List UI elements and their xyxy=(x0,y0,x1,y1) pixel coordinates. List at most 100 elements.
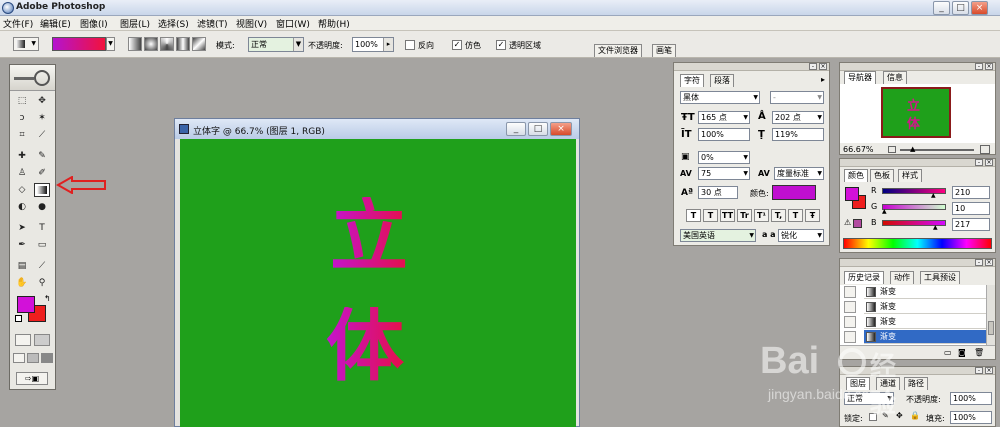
panel-close-icon[interactable]: × xyxy=(985,259,993,266)
new-document-from-state-icon[interactable]: ▭ xyxy=(944,348,952,357)
gradient-swatch[interactable] xyxy=(52,37,106,51)
tab-file-browser[interactable]: 文件浏览器 xyxy=(594,44,642,57)
type-tool-icon[interactable]: T xyxy=(34,221,50,235)
channel-slider-thumb[interactable]: ▲ xyxy=(882,208,887,215)
tab-navigator[interactable]: 导航器 xyxy=(844,71,876,84)
panel-header[interactable]: - × xyxy=(674,63,829,71)
jump-to-imageready-icon[interactable]: ⇨▣ xyxy=(16,372,48,385)
dither-checkbox[interactable]: ✓ xyxy=(452,40,462,50)
screen-mode-menu-button[interactable] xyxy=(27,353,39,363)
faux-italic-button[interactable]: T xyxy=(703,209,718,222)
document-minimize-button[interactable]: _ xyxy=(506,122,526,136)
zoom-in-icon[interactable] xyxy=(980,145,990,154)
navigator-zoom-value[interactable]: 66.67% xyxy=(843,145,874,154)
opacity-field[interactable]: 100% ▸ xyxy=(352,37,394,52)
quick-mask-button[interactable] xyxy=(34,334,50,346)
blur-tool-icon[interactable]: ◐ xyxy=(14,200,30,214)
panel-menu-icon[interactable]: ▸ xyxy=(821,75,825,84)
channel-slider-thumb[interactable]: ▲ xyxy=(933,224,938,231)
screen-mode-full-button[interactable] xyxy=(41,353,53,363)
panel-minimize-icon[interactable]: - xyxy=(809,63,817,70)
underline-button[interactable]: T xyxy=(788,209,803,222)
channel-value-g[interactable]: 10 xyxy=(952,202,990,215)
font-style-select[interactable]: - ▼ xyxy=(770,91,824,104)
text-color-swatch[interactable] xyxy=(772,185,816,200)
all-caps-button[interactable]: TT xyxy=(720,209,735,222)
swap-colors-icon[interactable]: ↰ xyxy=(44,294,51,303)
transparency-checkbox[interactable]: ✓ xyxy=(496,40,506,50)
tracking-percent-field[interactable]: 0% ▼ xyxy=(698,151,750,164)
strikethrough-button[interactable]: Ŧ xyxy=(805,209,820,222)
history-item[interactable]: 渐变 xyxy=(844,315,995,329)
zoom-tool-icon[interactable]: ⚲ xyxy=(34,276,50,290)
menu-view[interactable]: 视图(V) xyxy=(236,17,267,30)
minimize-window-button[interactable]: _ xyxy=(933,1,950,15)
history-brush-tool-icon[interactable]: ✐ xyxy=(34,166,50,180)
tab-history[interactable]: 历史记录 xyxy=(844,271,884,284)
subscript-button[interactable]: T, xyxy=(771,209,786,222)
panel-header[interactable]: - × xyxy=(840,63,995,71)
tab-actions[interactable]: 动作 xyxy=(890,271,914,284)
zoom-out-icon[interactable] xyxy=(888,146,896,153)
panel-minimize-icon[interactable]: - xyxy=(975,367,983,374)
channel-slider-r[interactable] xyxy=(882,188,946,194)
eraser-tool-icon[interactable]: ◇ xyxy=(14,183,30,197)
channel-value-r[interactable]: 210 xyxy=(952,186,990,199)
channel-slider-g[interactable] xyxy=(882,204,946,210)
history-brush-source-checkbox[interactable] xyxy=(844,316,856,328)
pen-tool-icon[interactable]: ✒ xyxy=(14,238,30,252)
document-maximize-button[interactable]: □ xyxy=(528,122,548,136)
close-window-button[interactable]: × xyxy=(971,1,988,15)
menu-select[interactable]: 选择(S) xyxy=(158,17,189,30)
menu-file[interactable]: 文件(F) xyxy=(3,17,33,30)
move-tool-icon[interactable]: ✥ xyxy=(34,94,50,108)
angle-gradient-button[interactable] xyxy=(160,37,174,51)
vertical-scale-field[interactable]: 100% xyxy=(698,128,750,141)
diamond-gradient-button[interactable] xyxy=(192,37,206,51)
canvas[interactable]: 立 体 xyxy=(180,139,576,427)
menu-filter[interactable]: 滤镜(T) xyxy=(197,17,228,30)
dodge-tool-icon[interactable]: ● xyxy=(34,200,50,214)
magic-wand-tool-icon[interactable]: ✶ xyxy=(34,111,50,125)
gradient-dropdown-arrow[interactable]: ▼ xyxy=(106,37,115,51)
language-select[interactable]: 美国英语 ▼ xyxy=(680,229,756,242)
history-item[interactable]: 渐变 xyxy=(844,285,995,299)
color-spectrum-bar[interactable] xyxy=(843,238,992,249)
camera-snapshot-icon[interactable]: ◙ xyxy=(958,348,966,357)
antialias-select[interactable]: 锐化 ▼ xyxy=(778,229,824,242)
color-panel-foreground-swatch[interactable] xyxy=(845,187,859,201)
healing-brush-tool-icon[interactable]: ✚ xyxy=(14,149,30,163)
panel-minimize-icon[interactable]: - xyxy=(975,159,983,166)
panel-minimize-icon[interactable]: - xyxy=(975,63,983,70)
brush-tool-icon[interactable]: ✎ xyxy=(34,149,50,163)
lasso-tool-icon[interactable]: ↄ xyxy=(14,111,30,125)
path-selection-tool-icon[interactable]: ➤ xyxy=(14,221,30,235)
panel-header[interactable]: - × xyxy=(840,259,995,267)
tool-preset-picker[interactable]: ▼ xyxy=(13,37,39,51)
foreground-color-swatch[interactable] xyxy=(17,296,35,313)
tab-paragraph[interactable]: 段落 xyxy=(710,74,734,87)
channel-value-b[interactable]: 217 xyxy=(952,218,990,231)
menu-help[interactable]: 帮助(H) xyxy=(318,17,350,30)
screen-mode-standard-button[interactable] xyxy=(13,353,25,363)
panel-header[interactable]: - × xyxy=(840,159,995,167)
leading-field[interactable]: 202 点 ▼ xyxy=(772,111,824,124)
tab-character[interactable]: 字符 xyxy=(680,74,704,87)
menu-edit[interactable]: 编辑(E) xyxy=(40,17,71,30)
tab-info[interactable]: 信息 xyxy=(883,71,907,84)
faux-bold-button[interactable]: T xyxy=(686,209,701,222)
mode-select[interactable]: 正常 ▼ xyxy=(248,37,304,52)
default-colors-icon[interactable] xyxy=(15,315,22,322)
menu-layer[interactable]: 图层(L) xyxy=(120,17,150,30)
tab-styles[interactable]: 样式 xyxy=(898,169,922,182)
slice-tool-icon[interactable]: ⟋ xyxy=(34,128,50,142)
kerning-field[interactable]: 75 ▼ xyxy=(698,167,750,180)
layer-opacity-field[interactable]: 100% xyxy=(950,392,992,405)
notes-tool-icon[interactable]: ▤ xyxy=(14,259,30,273)
standard-mode-button[interactable] xyxy=(15,334,31,346)
panel-close-icon[interactable]: × xyxy=(985,159,993,166)
fill-field[interactable]: 100% xyxy=(950,411,992,424)
tab-tool-presets[interactable]: 工具预设 xyxy=(920,271,960,284)
navigator-preview[interactable]: 立 体 xyxy=(840,84,995,143)
marquee-tool-icon[interactable]: ⬚ xyxy=(14,94,30,108)
